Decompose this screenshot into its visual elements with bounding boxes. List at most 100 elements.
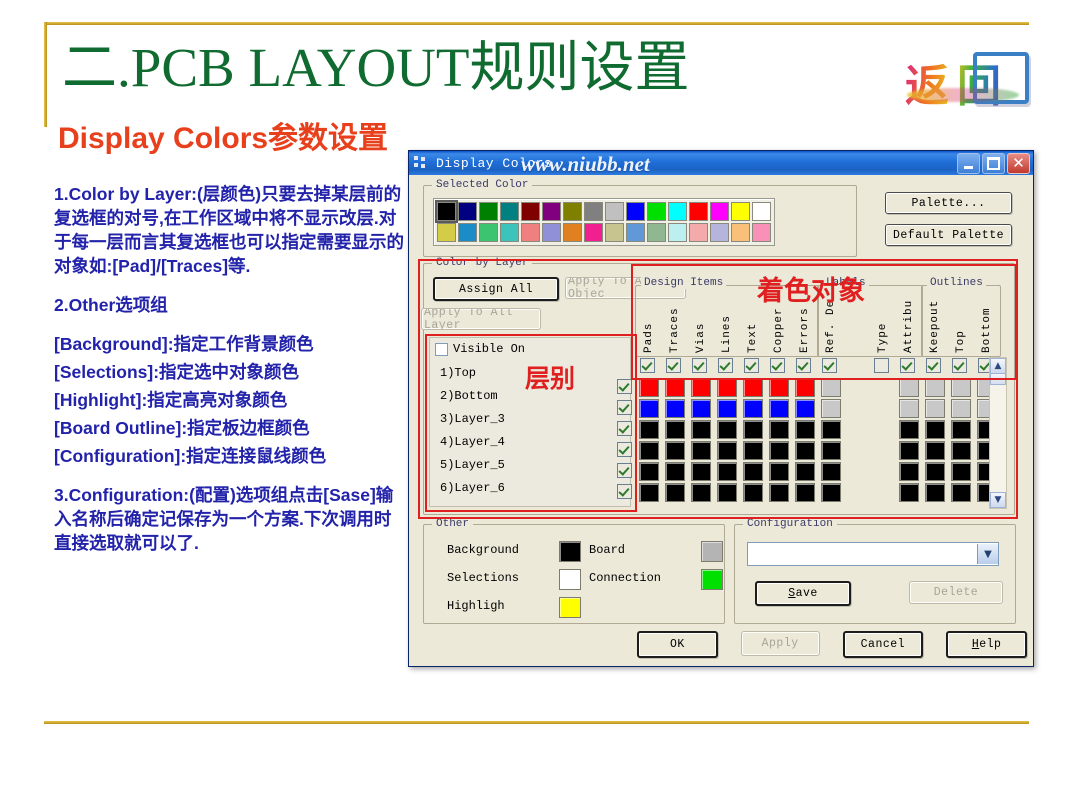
layer-color-swatch[interactable]: [769, 420, 789, 439]
column-toggle-checkbox[interactable]: [744, 358, 759, 373]
palette-swatch[interactable]: [479, 223, 498, 242]
layer-color-swatch[interactable]: [925, 483, 945, 502]
layer-color-swatch[interactable]: [795, 462, 815, 481]
layer-visibility-checkbox[interactable]: [617, 400, 632, 415]
layer-color-swatch[interactable]: [925, 378, 945, 397]
maximize-button[interactable]: [982, 153, 1005, 174]
palette-swatch[interactable]: [458, 202, 477, 221]
column-header-checkboxes[interactable]: [635, 357, 1003, 375]
save-button[interactable]: Save: [755, 581, 851, 606]
palette-swatch[interactable]: [458, 223, 477, 242]
scroll-thumb[interactable]: [990, 373, 1006, 385]
layer-color-swatch[interactable]: [639, 441, 659, 460]
layer-color-swatch[interactable]: [665, 462, 685, 481]
layer-visibility-checkbox[interactable]: [617, 442, 632, 457]
layer-color-swatch[interactable]: [691, 441, 711, 460]
column-toggle-checkbox[interactable]: [692, 358, 707, 373]
layer-color-swatch[interactable]: [743, 420, 763, 439]
column-toggle-checkbox[interactable]: [874, 358, 889, 373]
layer-color-swatch[interactable]: [821, 420, 841, 439]
layer-color-swatch[interactable]: [743, 378, 763, 397]
layer-color-swatch[interactable]: [769, 462, 789, 481]
other-item-swatch[interactable]: [559, 597, 581, 618]
apply-to-all-layers-button[interactable]: Apply To All Layer: [421, 308, 541, 330]
other-item-swatch[interactable]: [701, 541, 723, 562]
layer-visibility-checkbox[interactable]: [617, 463, 632, 478]
visible-only-checkbox[interactable]: [435, 342, 448, 356]
palette-swatch[interactable]: [668, 202, 687, 221]
column-toggle-checkbox[interactable]: [926, 358, 941, 373]
ok-button[interactable]: OK: [637, 631, 718, 658]
layer-color-swatch[interactable]: [769, 378, 789, 397]
palette-swatch[interactable]: [668, 223, 687, 242]
palette-swatch[interactable]: [731, 223, 750, 242]
layer-color-swatch[interactable]: [717, 462, 737, 481]
layer-color-swatch[interactable]: [743, 483, 763, 502]
layer-color-swatch[interactable]: [899, 462, 919, 481]
palette-button[interactable]: Palette...: [885, 192, 1012, 214]
palette-swatch[interactable]: [605, 202, 624, 221]
layer-color-swatch[interactable]: [821, 378, 841, 397]
layer-color-swatch[interactable]: [899, 399, 919, 418]
scroll-up-arrow[interactable]: ▲: [990, 358, 1006, 374]
palette-swatch[interactable]: [542, 202, 561, 221]
layer-color-swatch[interactable]: [665, 483, 685, 502]
scroll-down-arrow[interactable]: ▼: [990, 492, 1006, 508]
palette-swatch[interactable]: [521, 202, 540, 221]
color-palette[interactable]: [433, 198, 775, 246]
palette-swatch[interactable]: [479, 202, 498, 221]
layer-visibility-checkbox[interactable]: [617, 421, 632, 436]
delete-button[interactable]: Delete: [909, 581, 1003, 604]
palette-swatch[interactable]: [435, 200, 458, 223]
layer-color-grid[interactable]: [635, 377, 997, 507]
layer-color-swatch[interactable]: [925, 441, 945, 460]
layer-color-swatch[interactable]: [899, 420, 919, 439]
layer-name[interactable]: 2)Bottom: [440, 385, 505, 408]
layer-color-swatch[interactable]: [925, 462, 945, 481]
palette-swatch[interactable]: [542, 223, 561, 242]
layer-color-swatch[interactable]: [717, 441, 737, 460]
layer-color-swatch[interactable]: [743, 462, 763, 481]
cancel-button[interactable]: Cancel: [842, 631, 924, 658]
layer-color-swatch[interactable]: [925, 399, 945, 418]
column-toggle-checkbox[interactable]: [666, 358, 681, 373]
palette-swatch[interactable]: [689, 202, 708, 221]
layer-color-swatch[interactable]: [769, 441, 789, 460]
layer-color-swatch[interactable]: [795, 420, 815, 439]
back-badge-icon[interactable]: 返回: [905, 50, 1029, 112]
layer-color-swatch[interactable]: [691, 378, 711, 397]
layer-color-swatch[interactable]: [743, 441, 763, 460]
other-item-swatch[interactable]: [701, 569, 723, 590]
configuration-combobox[interactable]: ▼: [747, 542, 999, 566]
layer-name[interactable]: 1)Top: [440, 362, 505, 385]
palette-swatch[interactable]: [689, 223, 708, 242]
layer-color-swatch[interactable]: [899, 483, 919, 502]
palette-swatch[interactable]: [437, 223, 456, 242]
layer-color-swatch[interactable]: [717, 378, 737, 397]
column-toggle-checkbox[interactable]: [796, 358, 811, 373]
palette-swatch[interactable]: [605, 223, 624, 242]
close-icon[interactable]: ✕: [1007, 153, 1030, 174]
layer-color-swatch[interactable]: [639, 378, 659, 397]
dialog-titlebar[interactable]: Display Colors www.niubb.net ✕: [409, 151, 1033, 176]
layer-name[interactable]: 6)Layer_6: [440, 477, 505, 500]
layer-name[interactable]: 5)Layer_5: [440, 454, 505, 477]
apply-button[interactable]: Apply: [740, 631, 820, 656]
layer-color-swatch[interactable]: [639, 462, 659, 481]
layer-color-swatch[interactable]: [821, 441, 841, 460]
layer-color-swatch[interactable]: [639, 483, 659, 502]
layer-color-swatch[interactable]: [691, 399, 711, 418]
layer-color-swatch[interactable]: [717, 420, 737, 439]
layer-visibility-checkbox[interactable]: [617, 379, 632, 394]
layer-color-swatch[interactable]: [899, 378, 919, 397]
visible-only-row[interactable]: Visible On: [435, 342, 525, 356]
layer-color-swatch[interactable]: [691, 420, 711, 439]
palette-swatch[interactable]: [563, 223, 582, 242]
layer-color-swatch[interactable]: [951, 420, 971, 439]
layer-color-swatch[interactable]: [743, 399, 763, 418]
minimize-button[interactable]: [957, 153, 980, 174]
palette-swatch[interactable]: [584, 223, 603, 242]
layer-color-swatch[interactable]: [795, 378, 815, 397]
layer-color-swatch[interactable]: [899, 441, 919, 460]
other-item-swatch[interactable]: [559, 541, 581, 562]
